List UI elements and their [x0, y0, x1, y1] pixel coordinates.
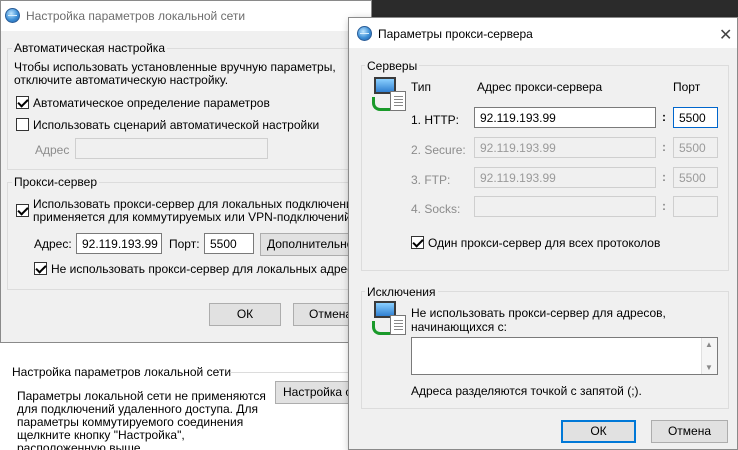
- secure-colon: :: [662, 140, 666, 154]
- same-proxy-checkbox[interactable]: [411, 236, 424, 249]
- lan-ok-button[interactable]: ОК: [209, 303, 281, 326]
- http-address-input[interactable]: 92.119.193.99: [474, 107, 656, 128]
- exceptions-hint: Адреса разделяются точкой с запятой (;).: [411, 384, 642, 398]
- background-section-title: Настройка параметров локальной сети: [12, 365, 232, 379]
- row-ftp-type: 3. FTP:: [411, 173, 451, 187]
- lan-cancel-button[interactable]: Отмена: [293, 303, 351, 326]
- port-input[interactable]: 5500: [204, 233, 254, 254]
- scroll-down-icon[interactable]: ▼: [705, 363, 713, 372]
- proxy-server-group-label: Прокси-сервер: [12, 175, 99, 189]
- scroll-up-icon[interactable]: ▲: [705, 340, 713, 349]
- lan-dialog-titlebar: Настройка параметров локальной сети: [1, 1, 371, 31]
- row-socks-type: 4. Socks:: [411, 202, 461, 216]
- secure-port-input[interactable]: 5500: [673, 137, 718, 158]
- use-proxy-label-1: Использовать прокси-сервер для локальных…: [33, 197, 381, 211]
- background-desc-line-2: для подключений удаленного доступа. Для: [17, 402, 258, 416]
- col-type-header: Тип: [411, 80, 432, 94]
- col-address-header: Адрес прокси-сервера: [477, 80, 603, 94]
- proxy-address-input[interactable]: 92.119.193.99: [76, 233, 162, 254]
- same-proxy-label: Один прокси-сервер для всех протоколов: [428, 236, 661, 250]
- background-desc-line-5: расположенную выше.: [17, 441, 144, 450]
- background-desc-line-3: параметры коммутируемого соединения: [17, 415, 244, 429]
- close-icon[interactable]: ✕: [719, 25, 732, 45]
- proxy-cancel-button[interactable]: Отмена: [651, 420, 728, 443]
- http-colon: :: [662, 110, 666, 124]
- socks-address-input[interactable]: [474, 196, 656, 217]
- auto-script-label: Использовать сценарий автоматической нас…: [33, 118, 320, 132]
- servers-group-label: Серверы: [365, 59, 420, 73]
- ftp-address-input[interactable]: 92.119.193.99: [474, 167, 656, 188]
- proxy-network-icon: [371, 77, 407, 117]
- exceptions-group-label: Исключения: [365, 285, 438, 299]
- auto-script-checkbox[interactable]: [16, 118, 29, 131]
- script-address-label: Адрес: [35, 143, 70, 157]
- bypass-local-checkbox[interactable]: [34, 262, 47, 275]
- background-desc-line-1: Параметры локальной сети не применяются: [17, 389, 266, 403]
- bypass-local-label: Не использовать прокси-сервер для локаль…: [51, 262, 367, 276]
- row-http-type: 1. HTTP:: [411, 113, 460, 127]
- background-section-divider: [230, 372, 360, 373]
- background-lan-section: Настройка параметров локальной сети Пара…: [0, 345, 360, 450]
- auto-detect-checkbox[interactable]: [16, 96, 29, 109]
- lan-settings-dialog: Настройка параметров локальной сети Авто…: [0, 0, 380, 343]
- proxy-dialog-title: Параметры прокси-сервера: [378, 27, 533, 41]
- ftp-port-input[interactable]: 5500: [673, 167, 718, 188]
- exceptions-textarea[interactable]: ▲ ▼: [411, 337, 718, 375]
- row-secure-type: 2. Secure:: [411, 143, 466, 157]
- proxy-settings-dialog: Параметры прокси-сервера ✕ Серверы Тип А…: [348, 17, 738, 450]
- globe-icon: [5, 8, 20, 23]
- socks-colon: :: [662, 199, 666, 213]
- exceptions-scrollbar[interactable]: ▲ ▼: [701, 338, 717, 374]
- auto-config-desc-2: отключите автоматическую настройку.: [14, 73, 229, 87]
- background-desc-line-4: щелкните кнопку "Настройка",: [17, 428, 185, 442]
- exceptions-network-icon: [371, 301, 407, 341]
- proxy-address-label: Адрес:: [34, 237, 72, 251]
- exceptions-desc-1: Не использовать прокси-сервер для адресо…: [411, 306, 666, 320]
- col-port-header: Порт: [673, 80, 701, 94]
- use-proxy-checkbox[interactable]: [16, 204, 29, 217]
- advanced-button[interactable]: Дополнительно: [260, 233, 350, 256]
- ftp-colon: :: [662, 170, 666, 184]
- socks-port-input[interactable]: [673, 196, 718, 217]
- globe-icon: [357, 26, 372, 41]
- auto-detect-label: Автоматическое определение параметров: [33, 96, 270, 110]
- lan-dialog-title: Настройка параметров локальной сети: [26, 9, 246, 23]
- proxy-dialog-titlebar: Параметры прокси-сервера ✕: [349, 18, 737, 48]
- port-label: Порт:: [169, 237, 200, 251]
- auto-config-desc-1: Чтобы использовать установленные вручную…: [14, 60, 336, 74]
- auto-config-group-label: Автоматическая настройка: [12, 41, 167, 55]
- use-proxy-label-2: применяется для коммутируемых или VPN-по…: [33, 210, 359, 224]
- exceptions-desc-2: начинающихся с:: [411, 320, 507, 334]
- http-port-input[interactable]: 5500: [673, 107, 718, 128]
- script-address-input[interactable]: [75, 138, 268, 159]
- proxy-ok-button[interactable]: ОК: [561, 420, 636, 443]
- secure-address-input[interactable]: 92.119.193.99: [474, 137, 656, 158]
